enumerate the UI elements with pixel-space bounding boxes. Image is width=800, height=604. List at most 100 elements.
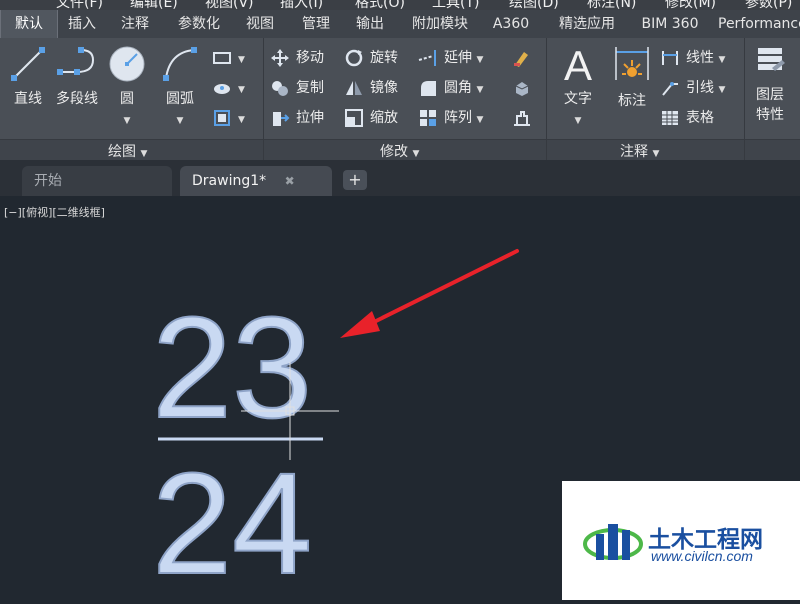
circle-icon (109, 46, 145, 82)
draw-panel-title[interactable]: 绘图 ▼ (108, 141, 147, 161)
modify-panel-expand-icon[interactable]: ▼ (412, 149, 419, 159)
copy-icon (272, 81, 288, 96)
table-icon (662, 111, 678, 125)
menu-format[interactable]: 格式(O) (355, 0, 405, 10)
erase-button[interactable] (512, 46, 538, 70)
linear-button[interactable]: 线性 ▼ (660, 46, 725, 70)
hatch-icon (214, 84, 230, 94)
fillet-button[interactable]: 圆角 ▼ (418, 76, 483, 100)
rotate-icon (345, 49, 363, 67)
array-button[interactable]: 阵列 ▼ (418, 106, 483, 130)
extend-icon (418, 50, 436, 66)
stretch-label: 拉伸 (296, 110, 324, 126)
circle-label: 圆 (120, 91, 134, 107)
annotation-arrow-shaft (366, 249, 519, 327)
polyline-icon (57, 47, 95, 75)
tab-annotate[interactable]: 注释 (110, 10, 160, 38)
annotation-panel-expand-icon[interactable]: ▼ (652, 149, 659, 159)
rectangle-icon (213, 52, 231, 64)
fillet-dropdown-icon[interactable]: ▼ (476, 85, 483, 95)
tab-performance[interactable]: Performance (718, 10, 800, 38)
file-tab-start-label: 开始 (34, 173, 62, 189)
menu-parametric[interactable]: 参数(P) (745, 0, 792, 10)
table-button[interactable]: 表格 (660, 106, 714, 130)
arc-dropdown-icon[interactable]: ▼ (177, 116, 184, 126)
arc-label: 圆弧 (166, 91, 194, 107)
tab-insert[interactable]: 插入 (58, 10, 106, 38)
dimension-icon (615, 47, 649, 80)
linear-label: 线性 (686, 50, 714, 66)
text-dropdown-icon[interactable]: ▼ (575, 116, 582, 126)
tab-featured-apps[interactable]: 精选应用 (548, 10, 626, 38)
extend-button[interactable]: 延伸 ▼ (418, 46, 483, 70)
menu-modify[interactable]: 修改(M) (665, 0, 716, 10)
tab-view[interactable]: 视图 (236, 10, 284, 38)
leader-dropdown-icon[interactable]: ▼ (718, 85, 725, 95)
new-tab-button[interactable]: + (343, 170, 367, 190)
eraser-icon (514, 52, 528, 67)
hatch-dropdown-icon[interactable]: ▼ (238, 85, 245, 95)
explode-button[interactable] (512, 76, 538, 100)
menu-view[interactable]: 视图(V) (205, 0, 254, 10)
dimension-button[interactable]: 标注 (610, 44, 654, 110)
menu-draw[interactable]: 绘图(D) (509, 0, 559, 10)
tab-a360[interactable]: A360 (486, 10, 536, 38)
polyline-button[interactable]: 多段线 (52, 44, 102, 108)
text-label: 文字 (564, 91, 592, 107)
array-icon (420, 110, 436, 126)
extend-label: 延伸 (444, 50, 472, 66)
boundary-button[interactable]: ▼ (212, 106, 245, 130)
file-tab-start[interactable]: 开始 (22, 166, 172, 196)
stretch-button[interactable]: 拉伸 (270, 106, 324, 130)
menu-tools[interactable]: 工具(T) (432, 0, 479, 10)
boundary-dropdown-icon[interactable]: ▼ (238, 115, 245, 125)
annotation-panel-title[interactable]: 注释 ▼ (620, 141, 659, 161)
tab-manage[interactable]: 管理 (292, 10, 340, 38)
line-label: 直线 (14, 91, 42, 107)
linear-dim-icon (662, 51, 678, 65)
layer-label-2: 特性 (756, 107, 784, 123)
table-label: 表格 (686, 110, 714, 126)
rotate-button[interactable]: 旋转 (344, 46, 398, 70)
rotate-label: 旋转 (370, 50, 398, 66)
extend-dropdown-icon[interactable]: ▼ (476, 55, 483, 65)
arc-button[interactable]: 圆弧 ▼ (158, 44, 202, 127)
modify-panel-title[interactable]: 修改 ▼ (380, 141, 419, 161)
leader-button[interactable]: 引线 ▼ (660, 76, 725, 100)
menu-dimension[interactable]: 标注(N) (587, 0, 636, 10)
tab-bim360[interactable]: BIM 360 (632, 10, 708, 38)
file-tab-drawing1[interactable]: Drawing1* ✖ (180, 166, 332, 196)
circle-dropdown-icon[interactable]: ▼ (124, 116, 131, 126)
linear-dropdown-icon[interactable]: ▼ (718, 55, 725, 65)
polyline-label: 多段线 (56, 91, 98, 107)
draw-panel-title-label: 绘图 (108, 144, 136, 160)
line-button[interactable]: 直线 (6, 44, 50, 108)
boundary-icon (214, 110, 230, 126)
scale-button[interactable]: 缩放 (344, 106, 398, 130)
copy-button[interactable]: 复制 (270, 76, 324, 100)
layer-label-1: 图层 (756, 87, 784, 103)
circle-button[interactable]: 圆 ▼ (106, 44, 148, 127)
rectangle-button[interactable]: ▼ (212, 46, 245, 70)
menu-insert[interactable]: 插入(I) (280, 0, 323, 10)
close-icon[interactable]: ✖ (285, 174, 295, 188)
array-dropdown-icon[interactable]: ▼ (476, 115, 483, 125)
menu-file[interactable]: 文件(F) (56, 0, 103, 10)
mirror-button[interactable]: 镜像 (344, 76, 398, 100)
draw-panel-expand-icon[interactable]: ▼ (140, 149, 147, 159)
layer-properties-button[interactable]: 图层 特性 (750, 44, 790, 124)
tab-output[interactable]: 输出 (346, 10, 394, 38)
annotation-arrow-head (340, 311, 380, 338)
hatch-button[interactable]: ▼ (212, 76, 245, 100)
move-button[interactable]: 移动 (270, 46, 324, 70)
layers-icon (758, 48, 785, 71)
text-button[interactable]: A 文字 ▼ (558, 44, 598, 127)
tab-default[interactable]: 默认 (0, 10, 58, 38)
tab-parametric[interactable]: 参数化 (168, 10, 230, 38)
offset-button[interactable] (512, 106, 538, 130)
menu-edit[interactable]: 编辑(E) (130, 0, 178, 10)
rectangle-dropdown-icon[interactable]: ▼ (238, 55, 245, 65)
fillet-icon (421, 81, 436, 96)
tab-addins[interactable]: 附加模块 (402, 10, 478, 38)
explode-icon (515, 82, 529, 96)
